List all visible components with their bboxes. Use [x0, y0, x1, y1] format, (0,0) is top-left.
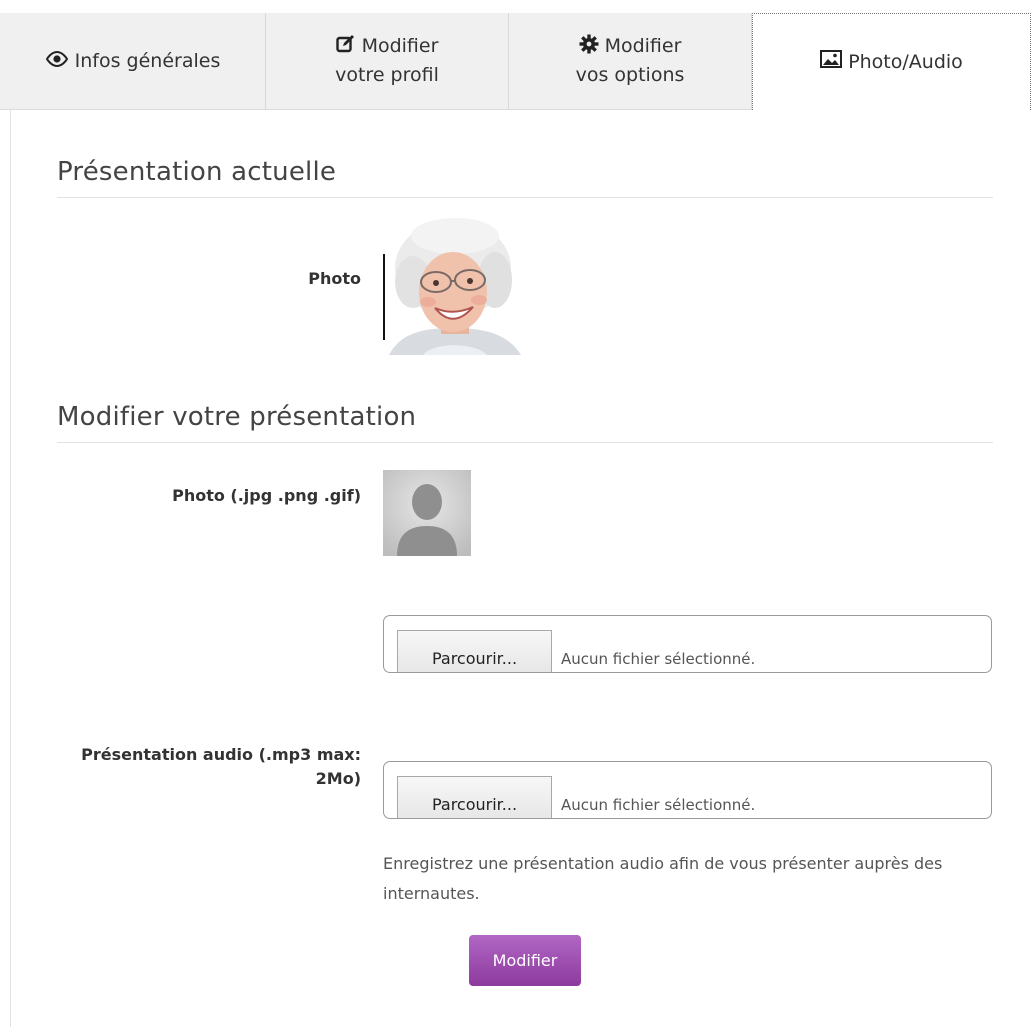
audio-browse-button[interactable]: Parcourir... — [397, 776, 552, 818]
panel-left-border — [10, 110, 11, 1027]
current-profile-photo — [383, 218, 525, 355]
avatar-placeholder-icon — [383, 470, 471, 556]
photo-browse-button[interactable]: Parcourir... — [397, 630, 552, 672]
submit-button[interactable]: Modifier — [469, 935, 581, 986]
gear-icon — [579, 34, 599, 62]
profile-photo-audio-page: Infos générales Modifier votre profil Mo… — [0, 0, 1031, 1027]
photo-file-input[interactable]: Parcourir... Aucun fichier sélectionné. — [383, 615, 992, 673]
audio-file-input[interactable]: Parcourir... Aucun fichier sélectionné. — [383, 761, 992, 819]
tab-modifier-options[interactable]: Modifier vos options — [509, 13, 752, 109]
tab-label-line2: vos options — [575, 64, 685, 86]
section-divider — [57, 442, 993, 443]
tab-photo-audio[interactable]: Photo/Audio — [752, 13, 1031, 110]
audio-help-text: Enregistrez une présentation audio afin … — [383, 854, 943, 903]
tab-label-line1: Modifier — [604, 35, 682, 57]
current-photo-label: Photo — [308, 269, 361, 288]
tab-label-line1: Modifier — [361, 35, 439, 57]
section-title-current: Présentation actuelle — [57, 157, 337, 187]
section-title-edit: Modifier votre présentation — [57, 402, 417, 432]
eye-icon — [45, 48, 69, 75]
image-icon — [820, 49, 843, 76]
tab-bar: Infos générales Modifier votre profil Mo… — [0, 13, 1031, 110]
section-divider — [57, 197, 993, 198]
top-strip — [0, 0, 1031, 13]
audio-file-status: Aucun fichier sélectionné. — [561, 796, 756, 814]
edit-icon — [335, 35, 356, 62]
tab-infos-generales[interactable]: Infos générales — [0, 13, 266, 109]
photo-upload-label: Photo (.jpg .png .gif) — [172, 486, 361, 505]
audio-label-line1: Présentation audio (.mp3 max: — [81, 745, 361, 764]
audio-label-line2: 2Mo) — [315, 769, 361, 788]
photo-file-status: Aucun fichier sélectionné. — [561, 650, 756, 668]
tab-label-line2: votre profil — [335, 64, 439, 86]
audio-upload-label: Présentation audio (.mp3 max: 2Mo) — [81, 743, 361, 791]
tab-label: Photo/Audio — [848, 50, 963, 73]
tab-label: Infos générales — [74, 49, 221, 72]
tab-modifier-profil[interactable]: Modifier votre profil — [266, 13, 509, 109]
